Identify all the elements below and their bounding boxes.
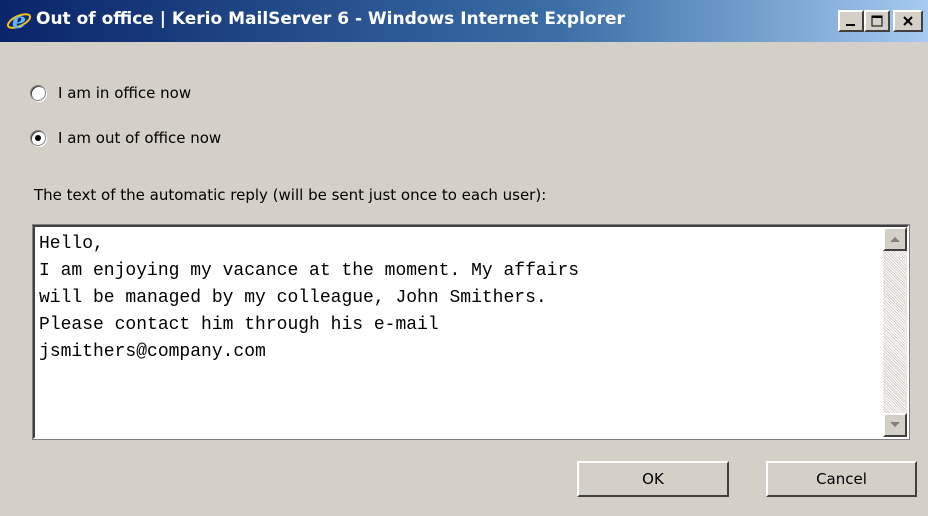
reply-text-label: The text of the automatic reply (will be… [34, 186, 547, 204]
maximize-icon [871, 15, 883, 27]
svg-text:e: e [12, 8, 26, 34]
reply-textarea[interactable]: Hello, I am enjoying my vacance at the m… [35, 227, 883, 437]
arrow-up-icon [890, 237, 900, 242]
minimize-button[interactable] [838, 10, 864, 32]
arrow-down-icon [890, 422, 900, 427]
maximize-button[interactable] [864, 10, 890, 32]
radio-in-office[interactable]: I am in office now [30, 84, 191, 102]
radio-out-of-office-button[interactable] [30, 130, 46, 146]
scroll-up-button[interactable] [883, 227, 907, 251]
scroll-down-button[interactable] [883, 413, 907, 437]
radio-in-office-button[interactable] [30, 85, 46, 101]
close-icon [903, 16, 913, 26]
cancel-button[interactable]: Cancel [766, 461, 917, 497]
radio-in-office-label: I am in office now [58, 84, 192, 102]
ok-button[interactable]: OK [577, 461, 729, 497]
radio-out-of-office-label: I am out of office now [58, 129, 222, 147]
minimize-icon [846, 24, 855, 26]
reply-text-box: Hello, I am enjoying my vacance at the m… [33, 225, 909, 439]
vertical-scrollbar[interactable] [883, 227, 907, 437]
internet-explorer-icon: e [6, 8, 32, 34]
window-title: Out of office | Kerio MailServer 6 - Win… [36, 9, 625, 29]
radio-out-of-office[interactable]: I am out of office now [30, 129, 221, 147]
close-button[interactable] [893, 10, 923, 32]
title-bar[interactable]: e Out of office | Kerio MailServer 6 - W… [0, 0, 928, 42]
